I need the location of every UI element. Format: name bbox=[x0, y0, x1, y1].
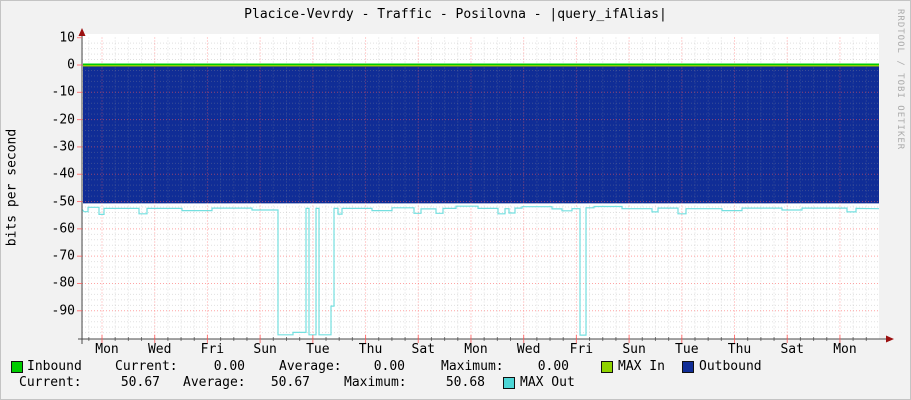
x-tick-label: Fri bbox=[569, 342, 594, 357]
y-tick-label: 10 bbox=[59, 30, 75, 46]
max-out-swatch bbox=[503, 377, 515, 389]
average-label-row2: Average: bbox=[183, 375, 246, 390]
average-value-row2: 50.67 bbox=[270, 375, 310, 390]
y-tick-label: -90 bbox=[51, 303, 75, 319]
maximum-label-row1: Maximum: bbox=[441, 359, 504, 374]
x-tick-label: Wed bbox=[516, 342, 541, 357]
max-in-swatch bbox=[601, 361, 613, 373]
x-tick-label: Tue bbox=[675, 342, 699, 357]
current-value-row1: 0.00 bbox=[213, 359, 245, 374]
y-tick-label: -40 bbox=[51, 166, 75, 182]
y-tick-label: -50 bbox=[51, 194, 75, 210]
current-label-row2: Current: bbox=[19, 375, 82, 390]
maximum-label-row2: Maximum: bbox=[344, 375, 407, 390]
maximum-value-row1: 0.00 bbox=[537, 359, 569, 374]
average-label-row1: Average: bbox=[279, 359, 342, 374]
max-out-label: MAX Out bbox=[520, 375, 575, 390]
y-tick-label: -30 bbox=[51, 139, 75, 155]
y-axis-label: bits per second bbox=[4, 128, 20, 247]
rrdtool-traffic-graph: Placice-Vevrdy - Traffic - Posilovna - |… bbox=[0, 0, 911, 400]
plot-canvas bbox=[77, 28, 894, 344]
x-tick-label: Sat bbox=[411, 342, 435, 357]
x-tick-label: Thu bbox=[727, 342, 752, 357]
y-tick-label: -10 bbox=[51, 84, 75, 100]
y-tick-label: -80 bbox=[51, 275, 75, 291]
x-tick-label: Fri bbox=[200, 342, 225, 357]
current-label-row1: Current: bbox=[115, 359, 178, 374]
x-tick-label: Mon bbox=[833, 342, 857, 357]
outbound-label: Outbound bbox=[699, 359, 762, 374]
maximum-value-row2: 50.68 bbox=[445, 375, 485, 390]
y-tick-label: -20 bbox=[51, 112, 75, 128]
x-tick-label: Mon bbox=[464, 342, 488, 357]
outbound-swatch bbox=[682, 361, 694, 373]
inbound-swatch bbox=[11, 361, 23, 373]
inbound-label: Inbound bbox=[27, 359, 82, 374]
x-tick-label: Sun bbox=[253, 342, 277, 357]
x-tick-label: Thu bbox=[358, 342, 383, 357]
current-value-row2: 50.67 bbox=[120, 375, 160, 390]
rrdtool-watermark: RRDTOOL / TOBI OETIKER bbox=[895, 9, 905, 151]
y-tick-label: -60 bbox=[51, 221, 75, 237]
y-tick-label: 0 bbox=[67, 57, 75, 73]
x-tick-label: Sun bbox=[622, 342, 646, 357]
x-tick-label: Tue bbox=[306, 342, 330, 357]
x-tick-label: Mon bbox=[95, 342, 119, 357]
graph-title: Placice-Vevrdy - Traffic - Posilovna - |… bbox=[244, 7, 667, 22]
x-tick-label: Wed bbox=[147, 342, 172, 357]
y-tick-label: -70 bbox=[51, 248, 75, 264]
average-value-row1: 0.00 bbox=[373, 359, 405, 374]
max-in-label: MAX In bbox=[618, 359, 665, 374]
x-tick-label: Sat bbox=[780, 342, 804, 357]
